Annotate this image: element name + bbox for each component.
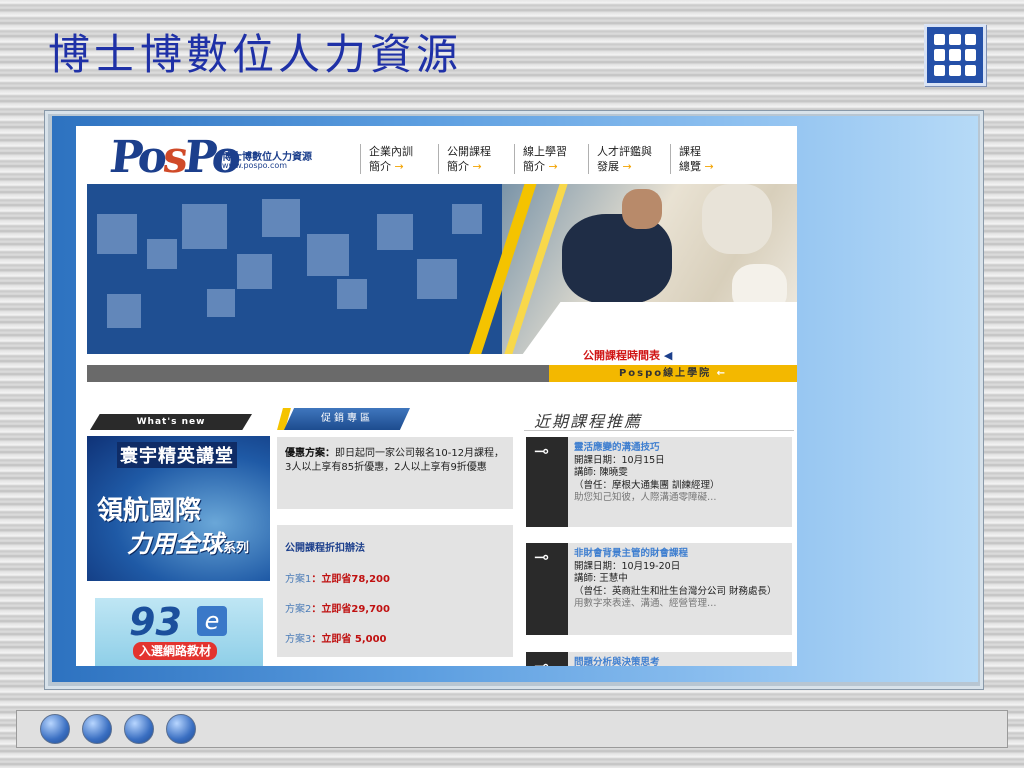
- course-arrow-icon: [526, 543, 568, 635]
- banner-grey-bar: [87, 365, 549, 382]
- arrow-right-icon: →: [472, 160, 482, 173]
- hero-banner: [87, 184, 797, 354]
- nav-dot-4[interactable]: [166, 714, 196, 744]
- public-course-schedule-link[interactable]: 公開課程時間表 ◀: [583, 347, 672, 363]
- nav-dot-1[interactable]: [40, 714, 70, 744]
- promotion-offer: 優惠方案：即日起同一家公司報名10-12月課程，3人以上享有85折優惠，2人以上…: [277, 437, 513, 509]
- course-card[interactable]: 問題分析與決策思考: [526, 652, 792, 666]
- nav-public-courses[interactable]: 公開課程 簡介 →: [438, 144, 491, 174]
- discount-plan[interactable]: 方案2：立即省29,700: [285, 600, 505, 615]
- grid-menu-icon[interactable]: [924, 24, 986, 86]
- nav-dot-2[interactable]: [82, 714, 112, 744]
- discount-title[interactable]: 公開課程折扣辦法: [285, 539, 505, 554]
- arrow-right-icon: →: [394, 160, 404, 173]
- discount-plans: 公開課程折扣辦法 方案1：立即省78,200 方案2：立即省29,700 方案3…: [277, 525, 513, 657]
- discount-plan[interactable]: 方案3：立即省 5,000: [285, 630, 505, 645]
- online-course-award-banner[interactable]: 93 e 入選網路教材: [95, 598, 263, 666]
- brand-url[interactable]: www.pospo.com: [222, 161, 287, 170]
- global-elite-lecture-banner[interactable]: 寰宇精英講堂 領航國際 力用全球系列: [87, 436, 270, 581]
- nav-online-learning[interactable]: 線上學習 簡介 →: [514, 144, 567, 174]
- arrow-left-icon: ◀: [663, 349, 673, 362]
- discount-plan[interactable]: 方案1：立即省78,200: [285, 570, 505, 585]
- arrow-right-icon: →: [548, 160, 558, 173]
- nav-dot-3[interactable]: [124, 714, 154, 744]
- e-learning-icon: e: [197, 606, 227, 636]
- nav-course-overview[interactable]: 課程 總覽 →: [670, 144, 714, 174]
- whats-new-header: What's new: [90, 414, 252, 430]
- slide-footer-bar: [16, 710, 1008, 748]
- arrow-right-icon: →: [622, 160, 632, 173]
- recent-courses-title: 近期課程推薦: [534, 412, 643, 431]
- slide-title: 博士博數位人力資源: [48, 30, 463, 79]
- arrow-right-icon: →: [704, 160, 714, 173]
- course-arrow-icon: [526, 652, 568, 666]
- online-academy-link[interactable]: Pospo線上學院 ←: [549, 365, 797, 382]
- arrow-left-icon: ←: [716, 368, 728, 379]
- website-screenshot: PosPo 博士博數位人力資源 www.pospo.com 企業內訓 簡介 → …: [76, 126, 797, 666]
- pospo-logo[interactable]: PosPo: [107, 132, 240, 183]
- course-arrow-icon: [526, 437, 568, 527]
- promotion-tab[interactable]: 促銷專區: [284, 408, 410, 430]
- course-card[interactable]: 靈活應變的溝通技巧 開課日期：10月15日 講師: 陳曉雯 （曾任：摩根大通集團…: [526, 437, 792, 527]
- nav-corporate-training[interactable]: 企業內訓 簡介 →: [360, 144, 413, 174]
- nav-talent-assessment[interactable]: 人才評鑑與 發展 →: [588, 144, 652, 174]
- course-card[interactable]: 非財會背景主管的財會課程 開課日期：10月19-20日 講師: 王慧中 （曾任：…: [526, 543, 792, 635]
